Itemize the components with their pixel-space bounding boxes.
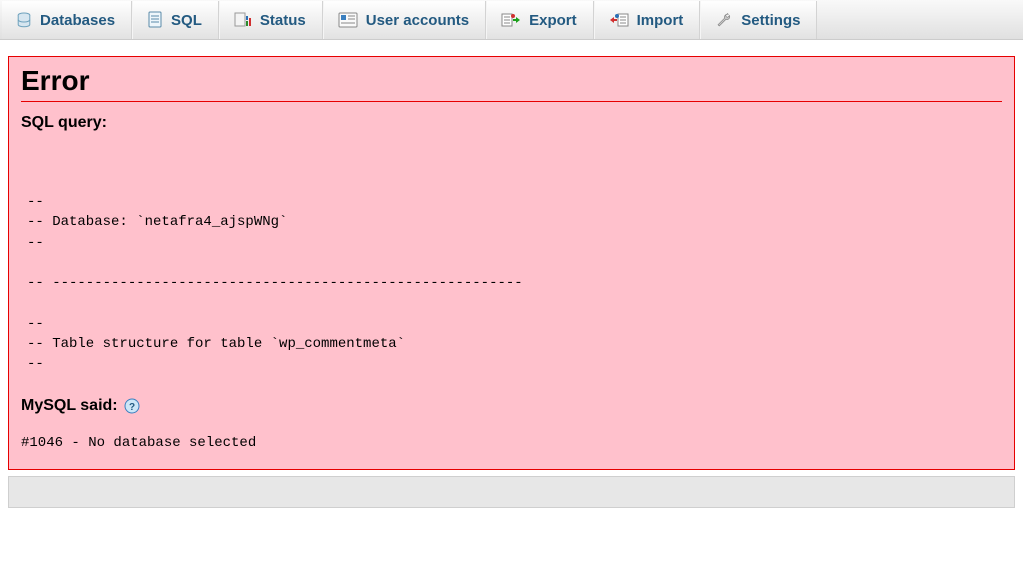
tab-label: Settings <box>741 12 800 29</box>
tab-label: Export <box>529 12 577 29</box>
tab-import[interactable]: Import <box>594 1 701 39</box>
database-icon <box>16 12 32 28</box>
help-icon[interactable]: ? <box>124 398 140 414</box>
sql-icon <box>147 11 163 29</box>
sql-query-label: SQL query: <box>21 114 1002 132</box>
wrench-icon <box>715 11 733 29</box>
tab-label: Databases <box>40 12 115 29</box>
status-icon <box>234 12 252 28</box>
import-icon <box>609 12 629 28</box>
tab-status[interactable]: Status <box>219 1 323 39</box>
mysql-said-row: MySQL said: ? <box>21 397 140 415</box>
tab-user-accounts[interactable]: User accounts <box>323 1 486 39</box>
user-accounts-icon <box>338 12 358 28</box>
tab-databases[interactable]: Databases <box>2 1 132 39</box>
tab-sql[interactable]: SQL <box>132 1 219 39</box>
mysql-said-label: MySQL said: <box>21 397 118 415</box>
sql-query-text: -- -- Database: `netafra4_ajspWNg` -- --… <box>27 192 1002 375</box>
error-panel: Error SQL query: -- -- Database: `netafr… <box>8 56 1015 470</box>
bottom-strip <box>8 476 1015 508</box>
export-icon <box>501 12 521 28</box>
tab-settings[interactable]: Settings <box>700 1 817 39</box>
svg-text:?: ? <box>129 402 135 413</box>
tab-label: SQL <box>171 12 202 29</box>
tab-export[interactable]: Export <box>486 1 594 39</box>
tab-label: User accounts <box>366 12 469 29</box>
tab-label: Status <box>260 12 306 29</box>
tab-label: Import <box>637 12 684 29</box>
error-heading: Error <box>21 65 1002 102</box>
main-tabbar: Databases SQL Status <box>0 0 1023 40</box>
mysql-error-message: #1046 - No database selected <box>21 435 1002 451</box>
